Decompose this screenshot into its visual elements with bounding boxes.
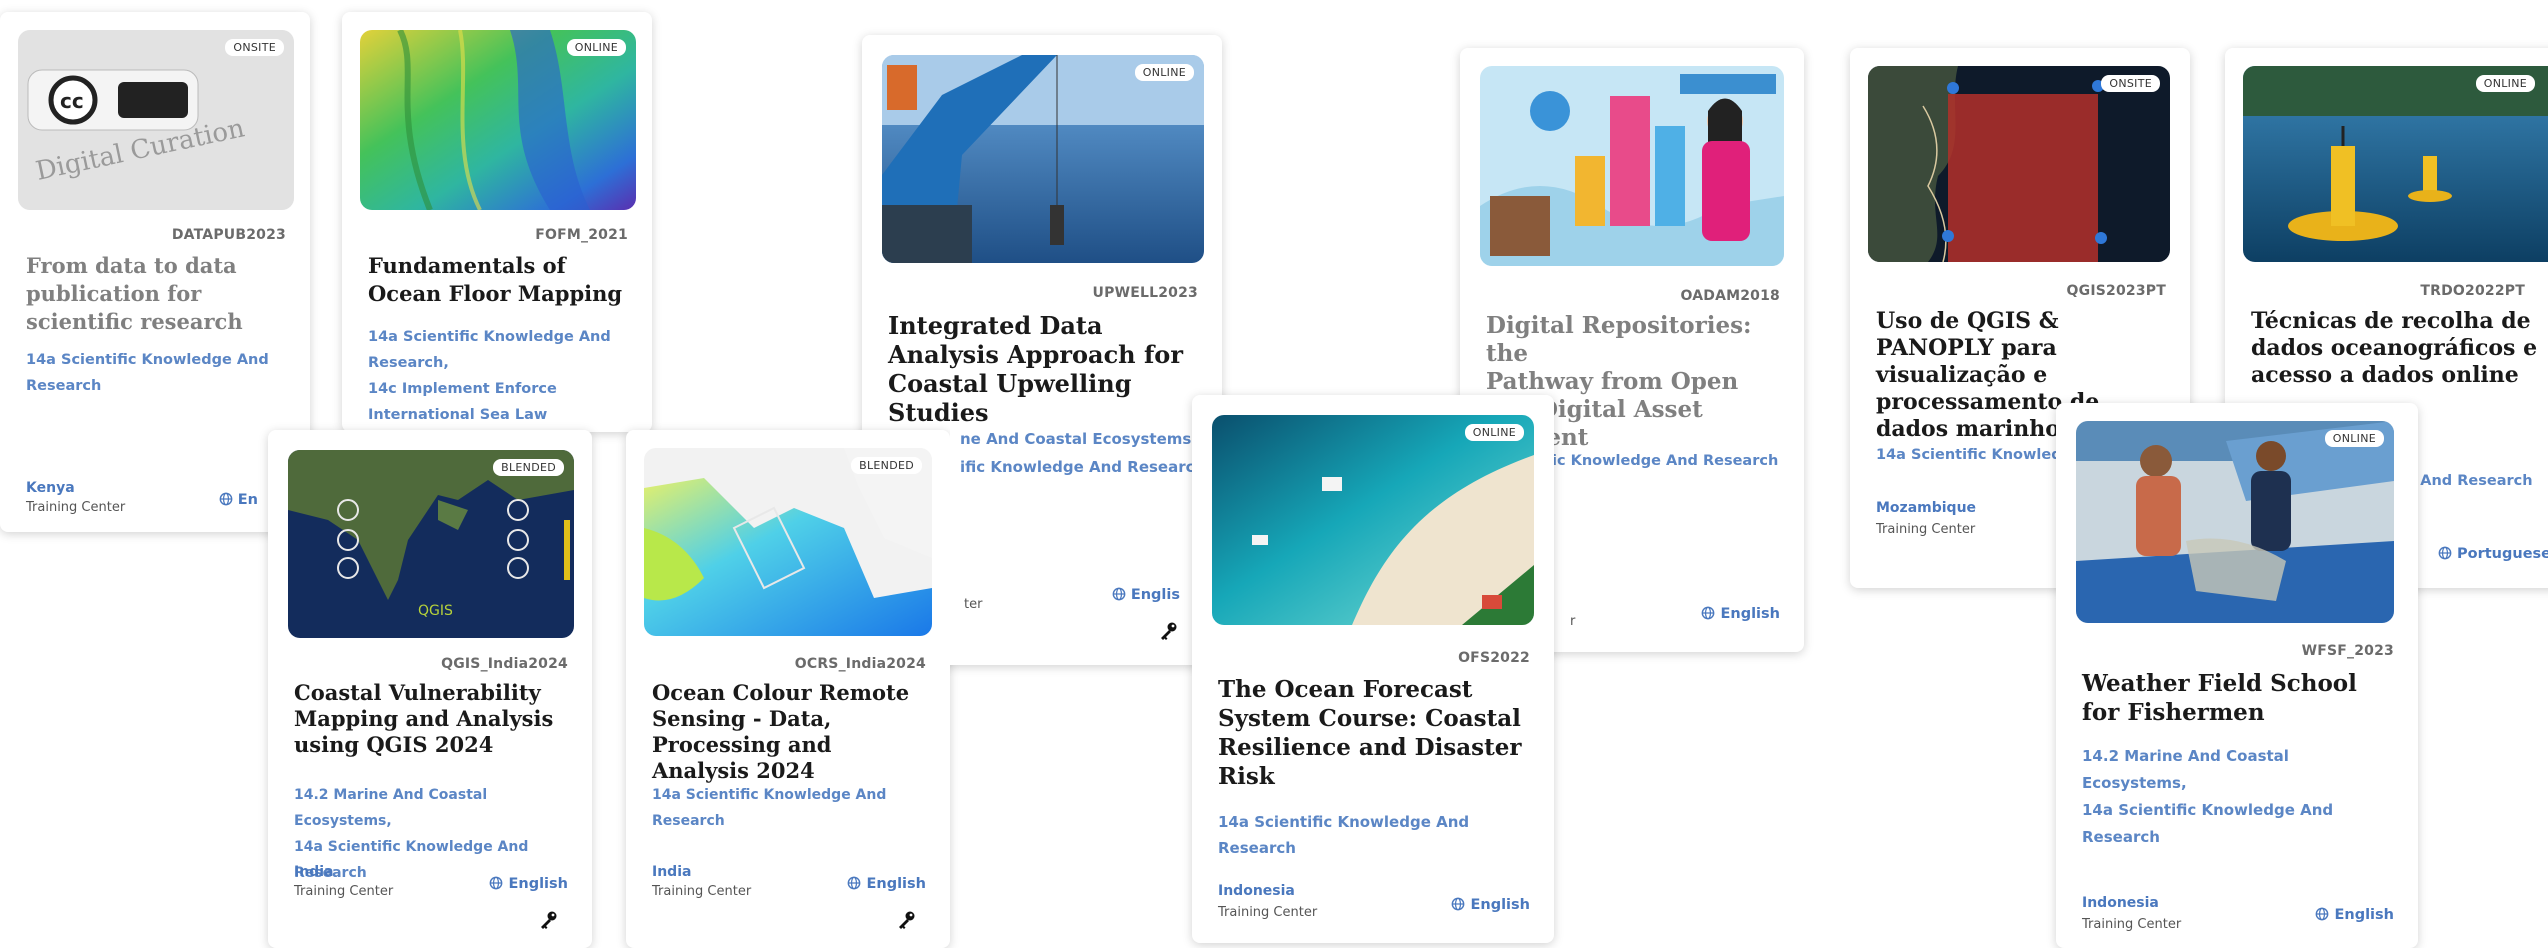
language: Portuguese — [2438, 546, 2548, 562]
course-title[interactable]: Integrated Data Analysis Approach for Co… — [888, 311, 1196, 427]
language: Englis — [1112, 587, 1180, 603]
language: English — [847, 876, 926, 892]
course-code: TRDO2022PT — [2420, 283, 2525, 299]
delivery-badge: ONLINE — [566, 39, 626, 56]
globe-icon — [2438, 546, 2452, 560]
sdg-tag[interactable]: 14a Scientific Knowledge And Research — [652, 782, 930, 834]
key-icon[interactable] — [538, 910, 558, 930]
key-icon[interactable] — [896, 910, 916, 930]
sdg-tag[interactable]: 14.2 Marine And Coastal Ecosystems, — [294, 782, 572, 834]
country: India — [294, 864, 334, 880]
course-title[interactable]: The Ocean Forecast System Course: Coasta… — [1218, 675, 1528, 791]
sdg-tag[interactable]: 14c Implement Enforce International Sea … — [368, 376, 632, 428]
center-type: Training Center — [1876, 522, 1976, 537]
course-title[interactable]: From data to data publication for scient… — [26, 252, 284, 336]
sdg-tag[interactable]: 14a Scientific Knowledge And Research — [2082, 797, 2398, 851]
course-code: FOFM_2021 — [535, 227, 628, 243]
course-code: WFSF_2023 — [2301, 643, 2394, 659]
course-card-ocrs-india2024[interactable]: BLENDED OCRS_India2024 Ocean Colour Remo… — [626, 430, 950, 948]
delivery-badge: ONLINE — [1134, 64, 1194, 81]
sdg-tag[interactable]: 14a Scientific Knowledge And Research, — [368, 324, 632, 376]
language: English — [489, 876, 568, 892]
course-thumbnail[interactable]: QGIS BLENDED — [288, 450, 574, 638]
course-thumbnail[interactable]: cc Digital Curation ONSITE — [18, 30, 294, 210]
globe-icon — [847, 876, 861, 890]
course-card-wfsf2023[interactable]: ONLINE WFSF_2023 Weather Field School fo… — [2056, 403, 2418, 948]
globe-icon — [219, 492, 233, 506]
course-card-qgis-india2024[interactable]: QGIS BLENDED QGIS_India2024 Coastal Vuln… — [268, 430, 592, 948]
course-thumbnail[interactable]: BLENDED — [644, 448, 932, 636]
delivery-badge: ONSITE — [2101, 75, 2160, 92]
sdg-tag[interactable]: 14a Scientific Knowledge And Research — [1218, 809, 1534, 861]
course-title[interactable]: Técnicas de recolha de dados oceanográfi… — [2251, 308, 2545, 389]
key-icon[interactable] — [1158, 621, 1178, 641]
course-card-datapub2023[interactable]: cc Digital Curation ONSITE DATAPUB2023 F… — [0, 12, 310, 532]
delivery-badge: ONLINE — [2475, 75, 2535, 92]
course-code: QGIS2023PT — [2066, 283, 2166, 299]
delivery-badge: BLENDED — [851, 457, 922, 474]
delivery-badge: ONLINE — [2324, 430, 2384, 447]
sdg-tags: 14.2 Marine And Coastal Ecosystems, 14a … — [294, 782, 572, 886]
course-thumbnail[interactable]: ONLINE — [2076, 421, 2394, 623]
course-code: OADAM2018 — [1680, 288, 1780, 304]
sdg-tags: 14a Scientific Knowledge And Research — [1218, 809, 1534, 861]
sdg-tags: 14a Scientific Knowledge And Research — [652, 782, 930, 834]
course-thumbnail[interactable]: ONSITE — [1868, 66, 2170, 262]
language: English — [2315, 907, 2394, 923]
center-type: Training Center — [26, 500, 126, 515]
course-code: QGIS_India2024 — [441, 656, 568, 672]
map-label: QGIS — [418, 603, 453, 619]
course-code: DATAPUB2023 — [171, 227, 286, 243]
sdg-tag[interactable]: ific Knowledge And Researc — [960, 453, 1195, 481]
course-thumbnail[interactable] — [1480, 66, 1784, 266]
center-type: ter — [964, 597, 983, 612]
country: Indonesia — [2082, 895, 2159, 911]
sdg-tag[interactable]: ne And Coastal Ecosystems, — [960, 425, 1197, 453]
language: English — [1701, 606, 1780, 622]
sdg-tags: 14a Scientific Knowledge And Research, 1… — [368, 324, 632, 428]
delivery-badge: BLENDED — [493, 459, 564, 476]
course-code: UPWELL2023 — [1092, 285, 1198, 301]
course-title[interactable]: Weather Field School for Fishermen — [2082, 669, 2392, 727]
language: En — [219, 492, 258, 508]
upwell-card-footer: ne And Coastal Ecosystems, ific Knowledg… — [950, 425, 1197, 665]
course-thumbnail[interactable]: ONLINE — [360, 30, 636, 210]
globe-icon — [1451, 897, 1465, 911]
country: Mozambique — [1876, 500, 1977, 516]
course-title[interactable]: Fundamentals of Ocean Floor Mapping — [368, 252, 626, 308]
course-thumbnail[interactable]: ONLINE — [1212, 415, 1534, 625]
sdg-tag[interactable]: 14a Scientific Knowledge And Research — [26, 347, 290, 399]
center-type: r — [1570, 614, 1576, 629]
language: English — [1451, 897, 1530, 913]
globe-icon — [1112, 587, 1126, 601]
course-title[interactable]: Ocean Colour Remote Sensing - Data, Proc… — [652, 680, 924, 784]
center-type: Training Center — [2082, 917, 2182, 932]
course-thumbnail[interactable]: ONLINE — [882, 55, 1204, 263]
delivery-badge: ONSITE — [225, 39, 284, 56]
sdg-tag[interactable]: 14.2 Marine And Coastal Ecosystems, — [2082, 743, 2398, 797]
sdg-tags: 14a Scientific Knowledge And Research — [26, 347, 290, 399]
course-card-fofm2021[interactable]: ONLINE FOFM_2021 Fundamentals of Ocean F… — [342, 12, 652, 432]
course-title[interactable]: Coastal Vulnerability Mapping and Analys… — [294, 680, 566, 758]
course-thumbnail[interactable]: ONLINE — [2243, 66, 2548, 262]
course-card-ofs2022[interactable]: ONLINE OFS2022 The Ocean Forecast System… — [1192, 395, 1554, 943]
globe-icon — [489, 876, 503, 890]
country: Kenya — [26, 480, 75, 496]
sdg-tags: ne And Coastal Ecosystems, ific Knowledg… — [960, 425, 1197, 481]
svg-text:cc: cc — [60, 89, 84, 113]
globe-icon — [1701, 606, 1715, 620]
course-code: OFS2022 — [1458, 650, 1530, 666]
sdg-tags: ic Knowledge And Research — [1552, 448, 1784, 474]
center-type: Training Center — [294, 884, 394, 899]
center-type: Training Center — [652, 884, 752, 899]
country: India — [652, 864, 692, 880]
country: Indonesia — [1218, 883, 1295, 899]
sdg-tags: 14.2 Marine And Coastal Ecosystems, 14a … — [2082, 743, 2398, 851]
center-type: Training Center — [1218, 905, 1318, 920]
course-code: OCRS_India2024 — [794, 656, 926, 672]
sdg-tag[interactable]: ic Knowledge And Research — [1552, 448, 1784, 474]
globe-icon — [2315, 907, 2329, 921]
delivery-badge: ONLINE — [1464, 424, 1524, 441]
